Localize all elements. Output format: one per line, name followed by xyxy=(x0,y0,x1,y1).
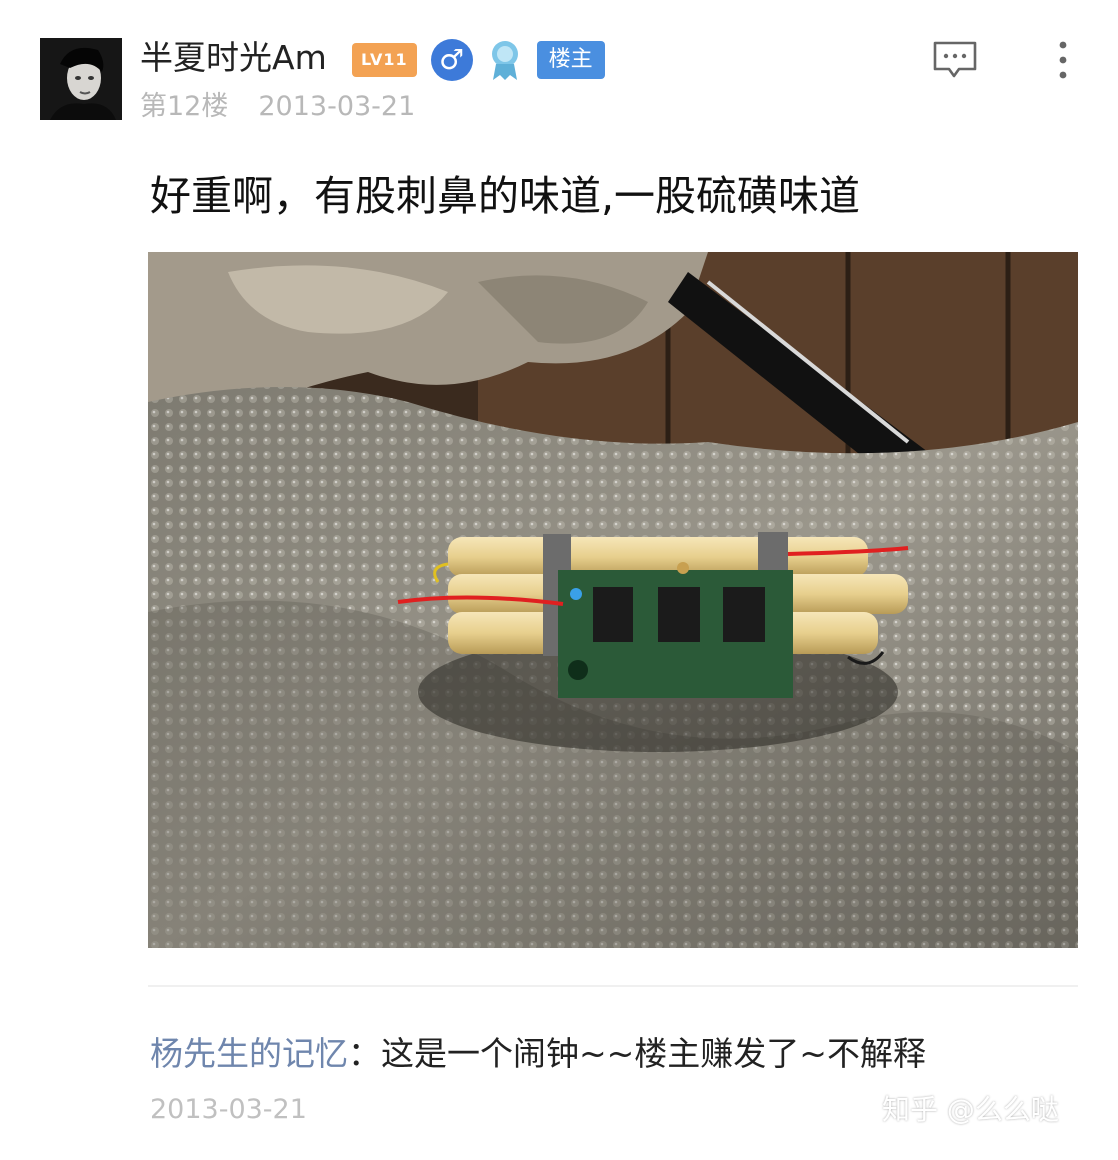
post-text: 好重啊，有股刺鼻的味道,一股硫磺味道 xyxy=(150,172,861,220)
user-badges: LV11 ♂ 楼主 xyxy=(352,38,605,82)
level-badge: LV11 xyxy=(352,43,417,77)
username[interactable]: 半夏时光Am xyxy=(140,36,327,80)
medal-icon xyxy=(491,41,518,80)
avatar[interactable] xyxy=(40,38,122,120)
post-image[interactable] xyxy=(148,252,1078,948)
reply: 杨先生的记忆：这是一个闹钟~~楼主赚发了~不解释 xyxy=(150,1030,926,1078)
male-icon: ♂ xyxy=(430,39,473,81)
avatar-image xyxy=(40,38,122,120)
reply-author[interactable]: 杨先生的记忆 xyxy=(150,1034,348,1073)
comment-icon[interactable] xyxy=(932,40,978,80)
reply-content: 这是一个闹钟~~楼主赚发了~不解释 xyxy=(381,1034,926,1073)
reply-separator: ： xyxy=(348,1034,381,1073)
watermark: 知乎 @么么哒 xyxy=(882,1093,1059,1126)
post-date: 2013-03-21 xyxy=(258,91,416,122)
floor-number: 第12楼 xyxy=(140,91,229,122)
reply-date: 2013-03-21 xyxy=(150,1094,307,1125)
more-icon[interactable] xyxy=(1050,38,1076,82)
post-page: 半夏时光Am LV11 ♂ 楼主 第12楼 2013-03-21 好重啊，有股刺鼻… xyxy=(0,0,1118,1160)
post-photo xyxy=(148,252,1078,948)
divider xyxy=(148,985,1078,987)
post-meta: 第12楼 2013-03-21 xyxy=(140,88,415,126)
role-badge: 楼主 xyxy=(536,41,605,79)
